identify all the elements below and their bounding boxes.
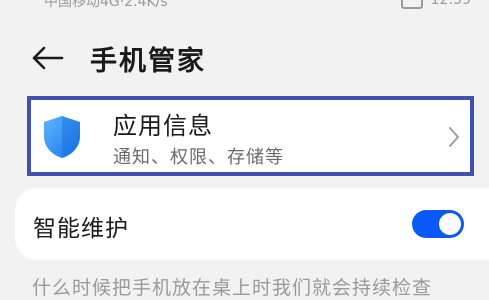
app-info-title: 应用信息: [113, 112, 213, 140]
app-info-subtitle: 通知、权限、存储等: [113, 147, 284, 168]
status-bar: 中国移动4G·2.4K/s 12:59: [0, 0, 489, 14]
clock: 12:59: [430, 0, 471, 8]
smart-maintenance-row: 智能维护: [15, 188, 489, 260]
battery-icon: [400, 0, 423, 9]
smart-maintenance-label: 智能维护: [33, 216, 129, 242]
carrier-info: 中国移动4G·2.4K/s: [44, 0, 168, 10]
shield-icon: [44, 116, 80, 158]
maintenance-description: 什么时候把手机放在桌上时我们就会持续检查: [32, 277, 433, 299]
status-right: 12:59: [400, 0, 471, 9]
smart-maintenance-toggle[interactable]: [412, 210, 464, 238]
app-info-item[interactable]: 应用信息 通知、权限、存储等: [27, 96, 474, 176]
page-title: 手机管家: [90, 46, 206, 77]
toggle-knob: [439, 213, 461, 235]
back-arrow-icon[interactable]: [30, 42, 66, 74]
chevron-right-icon: [449, 127, 459, 147]
header: 手机管家: [0, 30, 489, 86]
